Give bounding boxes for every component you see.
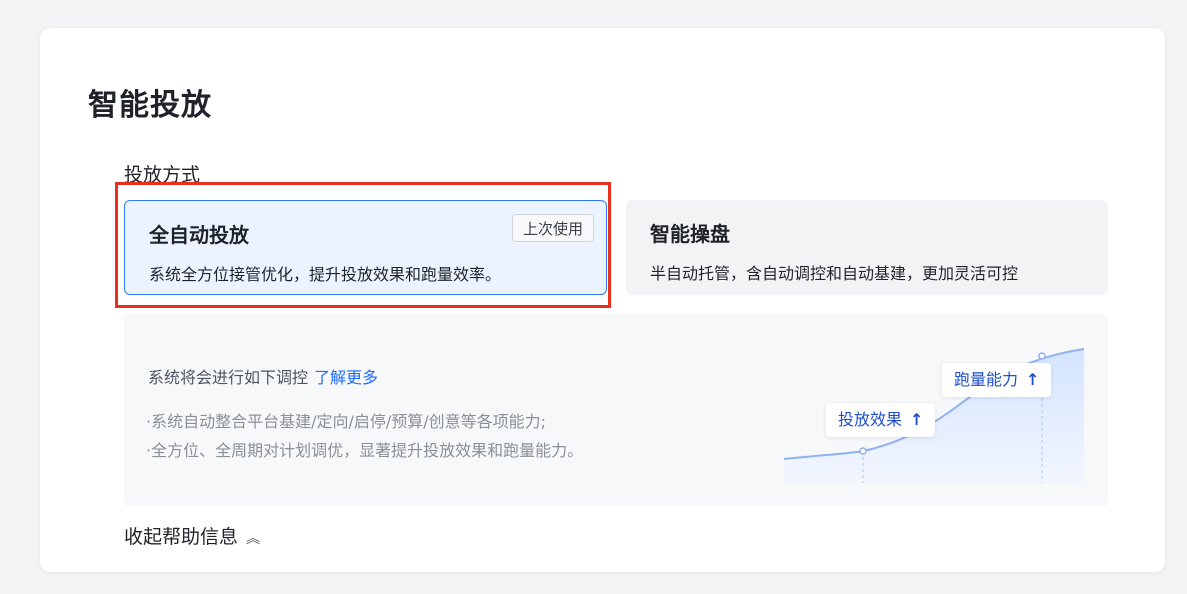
option-full-auto-desc: 系统全方位接管优化，提升投放效果和跑量效率。 xyxy=(149,265,502,284)
option-smart-operation-title: 智能操盘 xyxy=(650,222,730,246)
option-full-auto-title: 全自动投放 xyxy=(149,223,249,247)
help-panel: 系统将会进行如下调控 了解更多 ·系统自动整合平台基建/定向/启停/预算/创意等各… xyxy=(124,314,1108,506)
option-smart-operation[interactable]: 智能操盘 半自动托管，含自动调控和自动基建，更加灵活可控 xyxy=(626,200,1108,295)
help-line-1: ·系统自动整合平台基建/定向/启停/预算/创意等各项能力; xyxy=(146,412,547,431)
arrow-up-icon: ↑ xyxy=(1026,370,1040,389)
main-card: 智能投放 投放方式 全自动投放 上次使用 系统全方位接管优化，提升投放效果和跑量… xyxy=(40,28,1165,572)
help-heading-text: 系统将会进行如下调控 xyxy=(148,368,309,387)
chevron-double-up-icon: ︽ xyxy=(246,531,261,547)
growth-illustration: 投放效果 ↑ 跑量能力 ↑ xyxy=(784,337,1084,483)
page-title: 智能投放 xyxy=(88,88,212,123)
tag-delivery-effect: 投放效果 ↑ xyxy=(826,403,936,437)
help-heading: 系统将会进行如下调控 了解更多 xyxy=(148,364,378,388)
learn-more-link[interactable]: 了解更多 xyxy=(314,368,378,387)
tag-volume-capacity: 跑量能力 ↑ xyxy=(942,363,1052,397)
collapse-help-toggle[interactable]: 收起帮助信息 ︽ xyxy=(124,522,260,549)
collapse-help-label: 收起帮助信息 xyxy=(124,526,239,548)
tag-delivery-effect-label: 投放效果 xyxy=(838,410,903,429)
arrow-up-icon: ↑ xyxy=(910,410,924,429)
option-full-auto[interactable]: 全自动投放 上次使用 系统全方位接管优化，提升投放效果和跑量效率。 xyxy=(124,200,607,295)
tag-volume-capacity-label: 跑量能力 xyxy=(954,370,1019,389)
help-line-2: ·全方位、全周期对计划调优，显著提升投放效果和跑量能力。 xyxy=(146,441,584,460)
option-smart-operation-desc: 半自动托管，含自动调控和自动基建，更加灵活可控 xyxy=(650,264,1019,283)
page: 智能投放 投放方式 全自动投放 上次使用 系统全方位接管优化，提升投放效果和跑量… xyxy=(0,0,1187,594)
last-used-badge: 上次使用 xyxy=(511,214,594,242)
